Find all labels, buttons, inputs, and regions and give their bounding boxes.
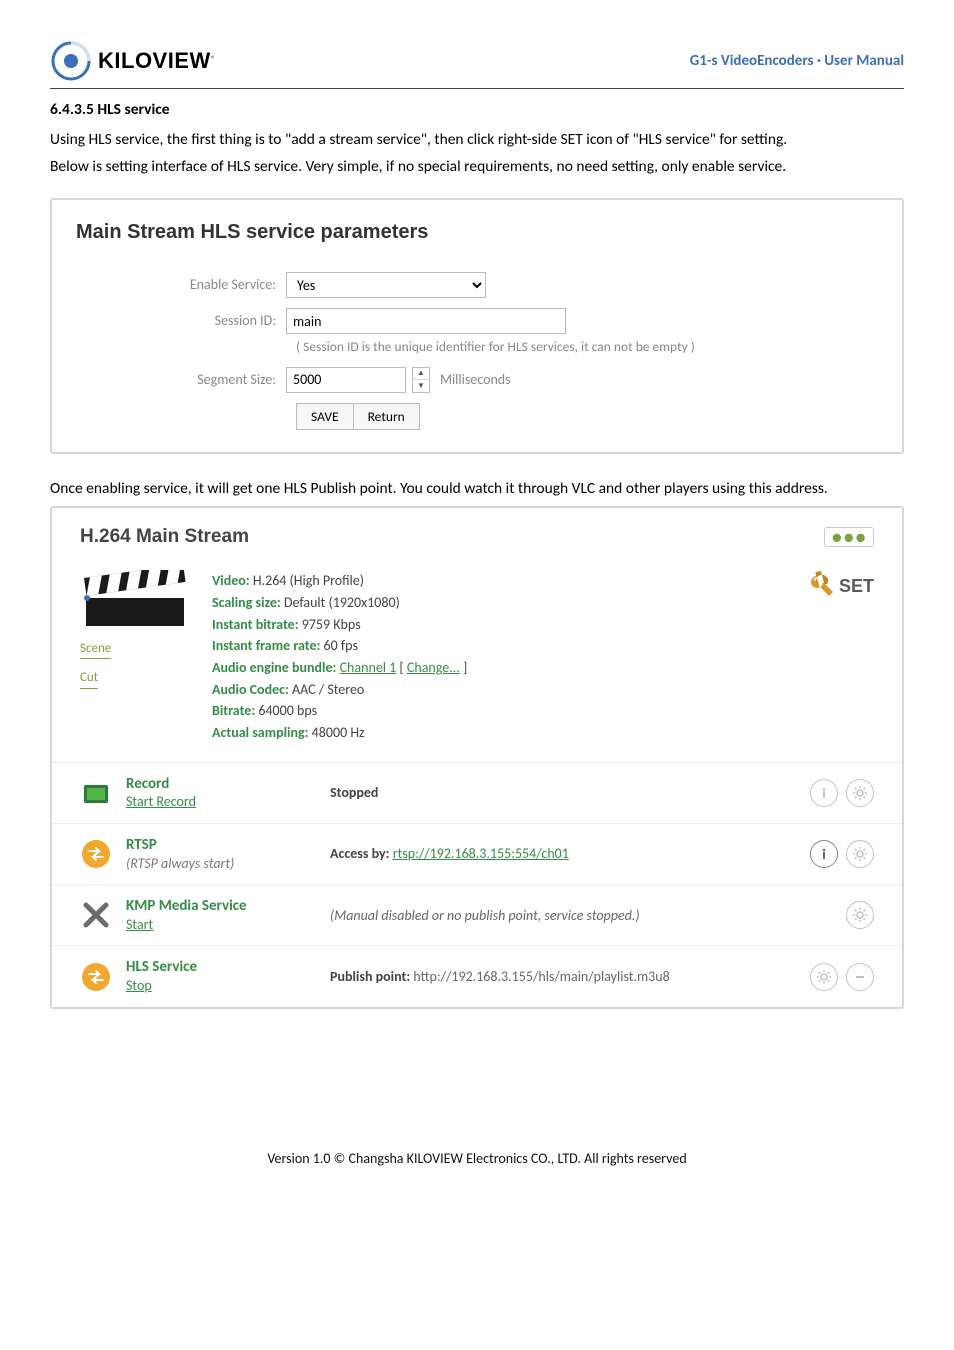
panel-title: Main Stream HLS service parameters bbox=[76, 218, 878, 246]
arrows-icon bbox=[80, 961, 112, 993]
service-name: HLS Service bbox=[126, 958, 197, 977]
return-button[interactable]: Return bbox=[353, 403, 420, 430]
paragraph: Below is setting interface of HLS servic… bbox=[50, 156, 904, 178]
service-row: RTSP(RTSP always start) Access by: rtsp:/… bbox=[52, 824, 902, 885]
service-action-link[interactable]: Start Record bbox=[126, 793, 196, 811]
record-icon bbox=[80, 777, 112, 809]
logo-icon bbox=[50, 40, 92, 82]
gear-icon[interactable] bbox=[810, 963, 838, 991]
access-link[interactable]: rtsp://192.168.3.155:554/ch01 bbox=[393, 845, 569, 862]
cut-link[interactable]: Cut bbox=[80, 669, 98, 688]
session-label: Session ID: bbox=[76, 311, 286, 331]
brand-logo: KILOVIEW® bbox=[50, 40, 215, 82]
enable-label: Enable Service: bbox=[76, 275, 286, 295]
minus-icon[interactable] bbox=[846, 963, 874, 991]
set-button[interactable]: SET bbox=[803, 570, 874, 602]
chevron-down-icon[interactable]: ▼ bbox=[413, 380, 429, 392]
cross-icon bbox=[80, 899, 112, 931]
service-action-link[interactable]: Stop bbox=[126, 977, 197, 995]
service-row: HLS ServiceStop Publish point: http://192… bbox=[52, 946, 902, 1006]
hls-params-panel: Main Stream HLS service parameters Enabl… bbox=[50, 198, 904, 454]
service-name: Record bbox=[126, 775, 196, 794]
more-dots-icon: ●●● bbox=[831, 526, 867, 548]
service-actions bbox=[810, 963, 874, 991]
page-footer: Version 1.0 © Changsha KILOVIEW Electron… bbox=[50, 1149, 904, 1189]
enable-service-select[interactable]: Yes bbox=[286, 272, 486, 298]
channel-link[interactable]: Channel 1 bbox=[340, 659, 397, 676]
segment-size-input[interactable] bbox=[286, 367, 406, 393]
paragraph: Once enabling service, it will get one H… bbox=[50, 478, 904, 500]
section-heading: 6.4.3.5 HLS service bbox=[50, 99, 904, 121]
session-id-input[interactable] bbox=[286, 308, 566, 334]
set-text: SET bbox=[839, 574, 874, 599]
stream-panel-title: H.264 Main Stream bbox=[80, 524, 249, 551]
wrench-icon bbox=[803, 570, 835, 602]
service-row: KMP Media ServiceStart (Manual disabled o… bbox=[52, 885, 902, 946]
service-row: RecordStart Record Stopped bbox=[52, 763, 902, 824]
service-status: Publish point: http://192.168.3.155/hls/… bbox=[330, 967, 810, 987]
service-status: Stopped bbox=[330, 783, 810, 803]
service-actions bbox=[810, 779, 874, 807]
service-actions bbox=[846, 901, 874, 929]
stream-panel: H.264 Main Stream ●●● bbox=[50, 506, 904, 1009]
clapperboard: Scene Cut bbox=[80, 570, 190, 688]
service-status: Access by: rtsp://192.168.3.155:554/ch01 bbox=[330, 844, 810, 864]
stream-properties: Video: H.264 (High Profile)Scaling size:… bbox=[212, 570, 467, 744]
page-header: KILOVIEW® G1-s VideoEncoders · User Manu… bbox=[50, 40, 904, 89]
session-hint: ( Session ID is the unique identifier fo… bbox=[296, 338, 878, 357]
scene-link[interactable]: Scene bbox=[80, 640, 111, 659]
chevron-up-icon[interactable]: ▲ bbox=[413, 368, 429, 381]
gear-icon[interactable] bbox=[846, 901, 874, 929]
save-button[interactable]: SAVE bbox=[296, 403, 354, 430]
segment-stepper[interactable]: ▲▼ bbox=[412, 367, 430, 393]
more-button[interactable]: ●●● bbox=[824, 527, 874, 547]
paragraph: Using HLS service, the first thing is to… bbox=[50, 129, 904, 151]
service-name: KMP Media Service bbox=[126, 897, 247, 916]
service-action-link[interactable]: Start bbox=[126, 916, 247, 934]
arrows-icon bbox=[80, 838, 112, 870]
change-link[interactable]: Change... bbox=[407, 659, 460, 676]
service-status: (Manual disabled or no publish point, se… bbox=[330, 906, 846, 926]
brand-text: KILOVIEW® bbox=[98, 46, 215, 77]
doc-title: G1-s VideoEncoders · User Manual bbox=[690, 51, 904, 72]
gear-icon[interactable] bbox=[846, 840, 874, 868]
service-actions bbox=[810, 840, 874, 868]
service-name: RTSP bbox=[126, 836, 234, 855]
segment-unit: Milliseconds bbox=[440, 370, 511, 390]
segment-label: Segment Size: bbox=[76, 370, 286, 390]
info-icon[interactable] bbox=[810, 779, 838, 807]
gear-icon[interactable] bbox=[846, 779, 874, 807]
clapperboard-icon bbox=[80, 570, 190, 630]
info-dark-icon[interactable] bbox=[810, 840, 838, 868]
service-sub: (RTSP always start) bbox=[126, 855, 234, 873]
